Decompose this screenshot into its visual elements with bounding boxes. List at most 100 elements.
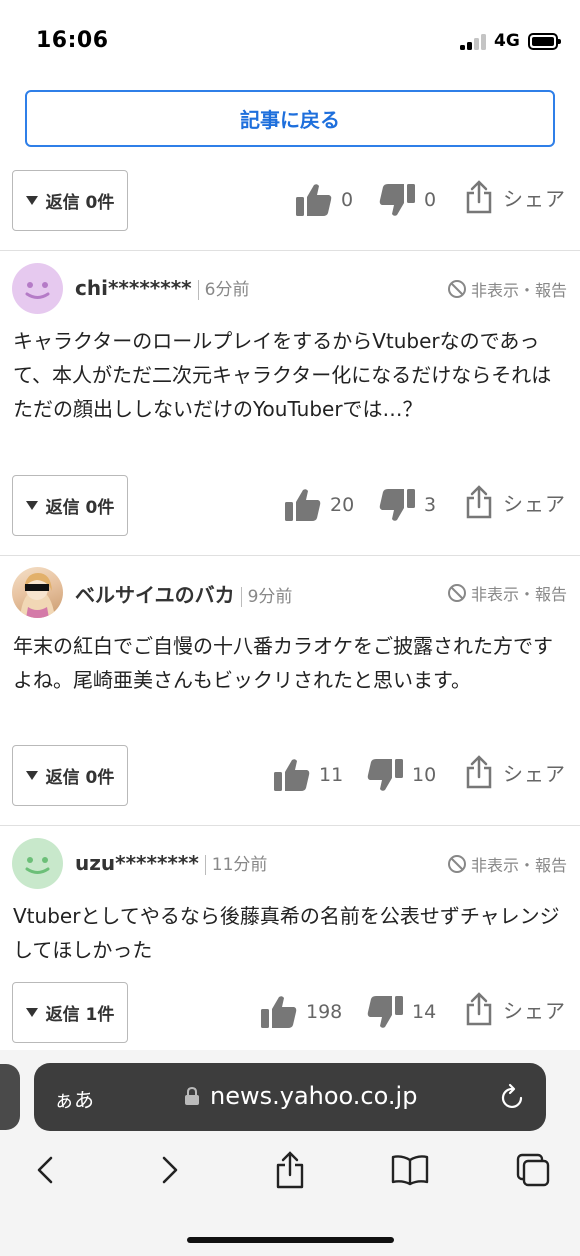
bookmarks-button[interactable] xyxy=(390,1148,430,1192)
like-count: 198 xyxy=(306,1001,343,1023)
like-button[interactable]: 198 xyxy=(260,994,342,1030)
status-bar: 16:06 4G xyxy=(0,0,580,80)
tabs-button[interactable] xyxy=(513,1148,553,1192)
comment-actions: 返信 0件 20 3 シェア xyxy=(0,475,580,537)
hide-report-label: 非表示・報告 xyxy=(470,281,567,300)
time-ago: 9分前 xyxy=(240,587,293,607)
reply-button[interactable]: 返信 1件 xyxy=(12,982,128,1043)
dislike-count: 10 xyxy=(412,764,437,786)
share-label: シェア xyxy=(503,186,566,211)
comment-header: chi******** 6分前 非表示・報告 xyxy=(0,263,580,317)
share-label: シェア xyxy=(503,998,566,1023)
comment-text: 年末の紅白でご自慢の十八番カラオケをご披露された方ですよね。尾崎亜美さんもビック… xyxy=(13,634,553,692)
comment-text: キャラクターのロールプレイをするからVtuberなのであって、本人がただ二次元キ… xyxy=(13,329,552,421)
comment-header: ベルサイユのバカ 9分前 非表示・報告 xyxy=(0,567,580,621)
chevron-right-icon xyxy=(162,1156,178,1184)
hide-report-label: 非表示・報告 xyxy=(470,585,567,604)
like-count: 11 xyxy=(319,764,344,786)
avatar[interactable] xyxy=(12,838,63,889)
like-button[interactable]: 11 xyxy=(273,757,343,793)
dislike-count: 14 xyxy=(412,1001,437,1023)
divider xyxy=(0,825,580,826)
back-to-article-button[interactable]: 記事に戻る xyxy=(25,90,555,147)
share-icon xyxy=(276,1151,304,1189)
home-indicator xyxy=(187,1237,394,1243)
reply-button[interactable]: 返信 0件 xyxy=(12,170,128,231)
caret-down-icon xyxy=(25,196,38,205)
comment-actions: 返信 0件 11 10 シェア xyxy=(0,745,580,807)
thumbs-down-icon xyxy=(379,489,415,521)
reply-label: 返信 0件 xyxy=(45,193,115,213)
back-nav-button[interactable] xyxy=(25,1148,65,1192)
hide-report-label: 非表示・報告 xyxy=(470,856,567,875)
user-name[interactable]: chi******** 6分前 xyxy=(75,275,250,300)
reply-button[interactable]: 返信 0件 xyxy=(12,745,128,806)
user-photo-icon xyxy=(20,573,55,618)
signal-icon xyxy=(460,34,490,50)
avatar[interactable] xyxy=(12,263,63,314)
user-name-text: uzu******** xyxy=(75,851,199,875)
share-icon xyxy=(466,180,492,214)
share-button[interactable]: シェア xyxy=(465,755,566,789)
thumbs-up-icon xyxy=(285,489,321,521)
forward-nav-button[interactable] xyxy=(150,1148,190,1192)
comment-header: uzu******** 11分前 非表示・報告 xyxy=(0,838,580,892)
thumbs-down-icon xyxy=(367,996,403,1028)
dislike-button[interactable]: 10 xyxy=(366,757,436,793)
thumbs-up-icon xyxy=(261,996,297,1028)
status-time: 16:06 xyxy=(36,28,109,53)
divider xyxy=(0,555,580,556)
comment-text: Vtuberとしてやるなら後藤真希の名前を公表せずチャレンジしてほしかった xyxy=(13,904,560,962)
user-name-text: chi******** xyxy=(75,276,192,300)
reply-button[interactable]: 返信 0件 xyxy=(12,475,128,536)
page-settings-button[interactable]: ぁあ xyxy=(54,1084,94,1113)
reply-label: 返信 0件 xyxy=(45,768,115,788)
smile-face-icon xyxy=(25,282,50,299)
thumbs-up-icon xyxy=(274,759,310,791)
comment-actions: 返信 1件 198 14 シェア xyxy=(0,982,580,1044)
like-button[interactable]: 0 xyxy=(295,182,353,218)
address-bar[interactable]: ぁあ news.yahoo.co.jp xyxy=(34,1063,546,1131)
divider xyxy=(0,250,580,251)
avatar[interactable] xyxy=(12,567,63,618)
hide-report-link[interactable]: 非表示・報告 xyxy=(447,852,567,876)
user-name[interactable]: ベルサイユのバカ 9分前 xyxy=(75,579,293,608)
user-name[interactable]: uzu******** 11分前 xyxy=(75,850,268,875)
share-button[interactable]: シェア xyxy=(465,992,566,1026)
caret-down-icon xyxy=(25,1008,38,1017)
dislike-button[interactable]: 3 xyxy=(378,487,436,523)
share-icon xyxy=(466,485,492,519)
block-icon xyxy=(447,855,466,873)
share-icon xyxy=(466,992,492,1026)
comment-actions: 返信 0件 0 0 シェア xyxy=(0,170,580,232)
dislike-count: 3 xyxy=(424,494,437,516)
dislike-count: 0 xyxy=(424,189,437,211)
smile-face-icon xyxy=(25,857,50,874)
thumbs-up-icon xyxy=(296,184,332,216)
dislike-button[interactable]: 0 xyxy=(378,182,436,218)
thumbs-down-icon xyxy=(367,759,403,791)
share-button[interactable]: シェア xyxy=(465,485,566,519)
share-icon xyxy=(466,755,492,789)
share-label: シェア xyxy=(503,761,566,786)
dislike-button[interactable]: 14 xyxy=(366,994,436,1030)
lock-icon xyxy=(185,1086,199,1105)
reload-icon[interactable] xyxy=(500,1083,526,1111)
block-icon xyxy=(447,584,466,602)
url-display[interactable]: news.yahoo.co.jp xyxy=(184,1082,417,1110)
like-count: 0 xyxy=(341,189,354,211)
url-text: news.yahoo.co.jp xyxy=(210,1082,418,1110)
share-page-button[interactable] xyxy=(270,1148,310,1192)
tabs-icon xyxy=(516,1153,550,1187)
caret-down-icon xyxy=(25,501,38,510)
like-button[interactable]: 20 xyxy=(284,487,354,523)
block-icon xyxy=(447,280,466,298)
hide-report-link[interactable]: 非表示・報告 xyxy=(447,581,567,605)
share-label: シェア xyxy=(503,491,566,516)
share-button[interactable]: シェア xyxy=(465,180,566,214)
reply-label: 返信 0件 xyxy=(45,498,115,518)
hide-report-link[interactable]: 非表示・報告 xyxy=(447,277,567,301)
previous-tab-preview[interactable] xyxy=(0,1064,20,1130)
time-ago: 11分前 xyxy=(204,855,268,875)
user-name-text: ベルサイユのバカ xyxy=(75,583,235,607)
